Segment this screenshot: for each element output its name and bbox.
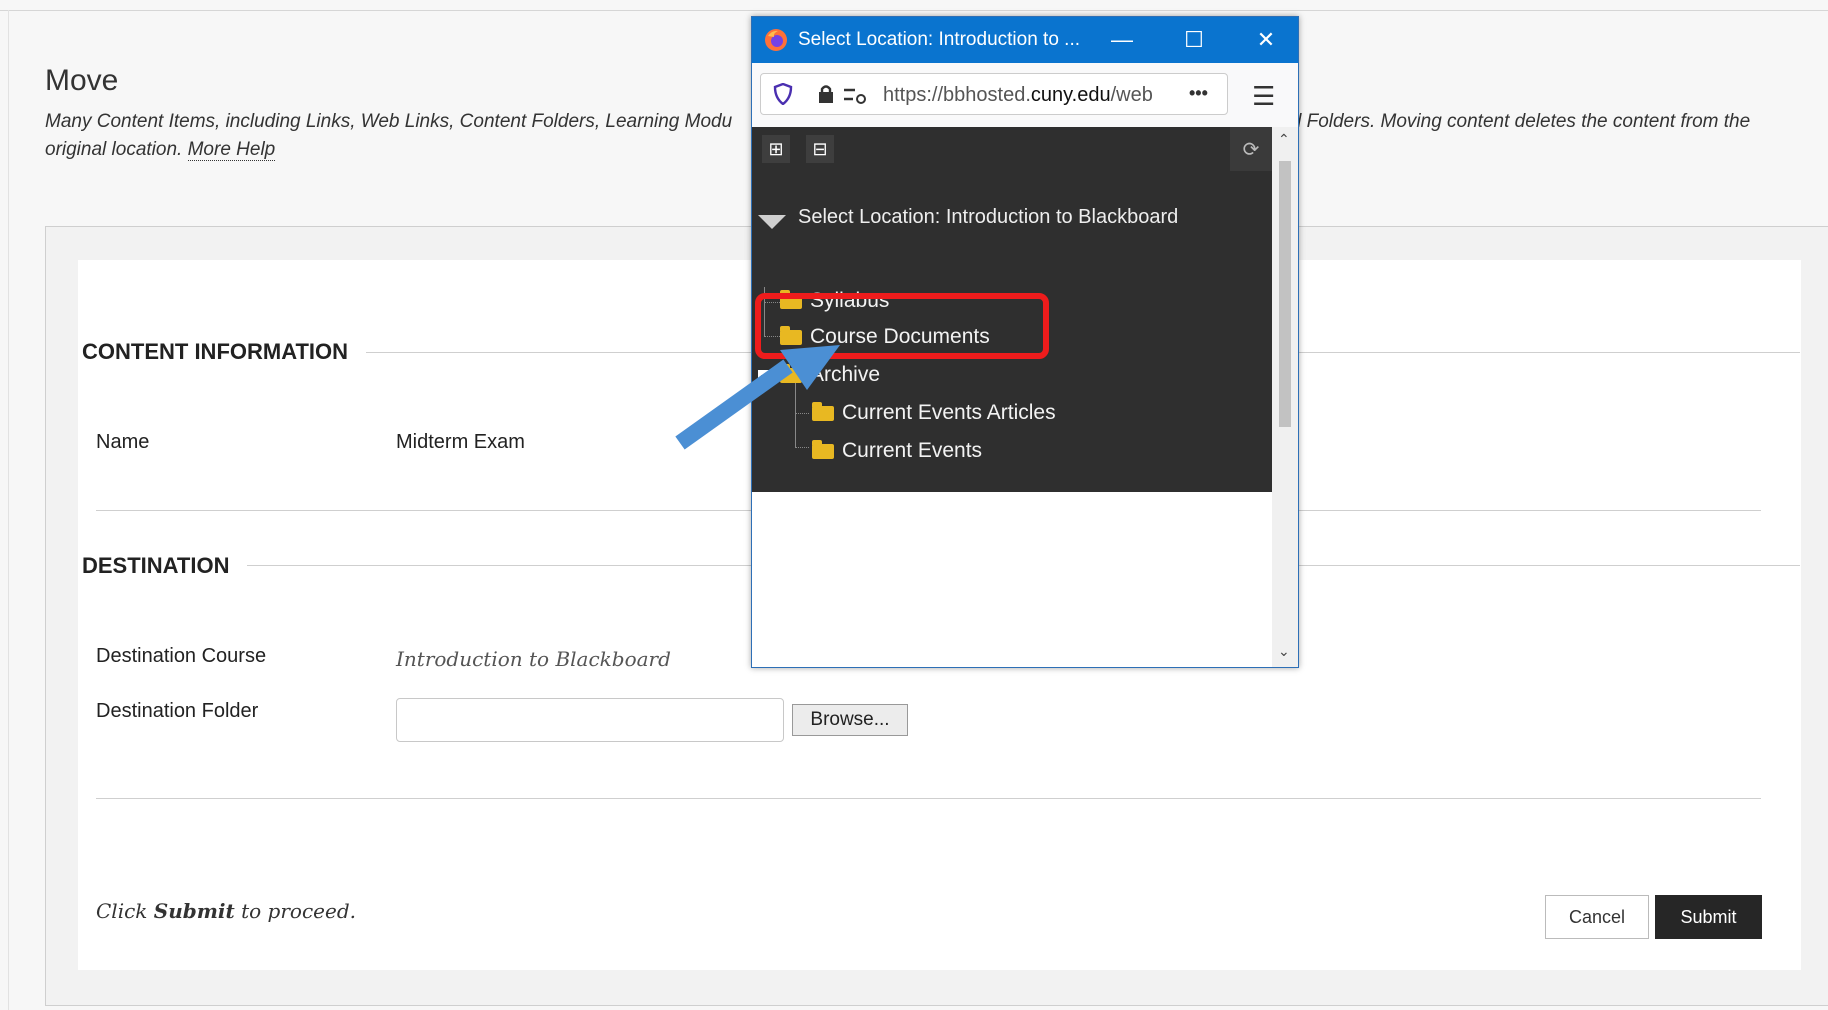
name-label: Name: [96, 431, 150, 453]
refresh-icon[interactable]: ⟳: [1230, 127, 1272, 171]
address-bar: https://bbhosted.cuny.edu/web ••• ☰: [752, 63, 1298, 128]
content-information-heading: CONTENT INFORMATION: [82, 339, 367, 365]
page-actions-more-icon[interactable]: •••: [1189, 83, 1208, 104]
url-field[interactable]: https://bbhosted.cuny.edu/web •••: [760, 73, 1228, 115]
divider: [96, 798, 1761, 799]
lock-icon[interactable]: [817, 84, 835, 109]
submit-hint: Click Submit to proceed.: [96, 899, 356, 923]
scrollbar-thumb[interactable]: [1279, 161, 1291, 427]
hamburger-menu-icon[interactable]: ☰: [1252, 81, 1275, 112]
destination-heading: DESTINATION: [82, 553, 248, 579]
scroll-down-icon[interactable]: ⌄: [1278, 643, 1290, 660]
top-border: [0, 10, 1828, 11]
description-text: Many Content Items, including Links, Web…: [45, 111, 733, 132]
name-value: Midterm Exam: [396, 431, 525, 453]
left-border: [8, 10, 9, 1010]
submit-button[interactable]: Submit: [1655, 895, 1762, 939]
vertical-scrollbar[interactable]: ⌃ ⌄: [1272, 127, 1298, 667]
hint-suffix: to proceed.: [241, 899, 356, 923]
destination-course-label: Destination Course: [96, 645, 267, 667]
page-title: Move: [45, 64, 119, 97]
cancel-button[interactable]: Cancel: [1545, 895, 1649, 939]
hint-prefix: Click: [96, 899, 148, 923]
tree-node-label: Current Events: [842, 439, 983, 462]
annotation-arrow-icon: [675, 345, 840, 450]
firefox-icon: [764, 28, 788, 52]
description-line2: original location.: [45, 139, 183, 160]
window-title: Select Location: Introduction to ...: [798, 29, 1081, 50]
url-text: https://bbhosted.cuny.edu/web: [883, 84, 1153, 107]
window-titlebar: Select Location: Introduction to ... — ☐…: [752, 17, 1298, 63]
browse-button[interactable]: Browse...: [792, 704, 908, 736]
close-icon[interactable]: ✕: [1244, 23, 1288, 57]
description-text-tail: nd Folders. Moving content deletes the c…: [1280, 111, 1751, 132]
destination-folder-label: Destination Folder: [96, 700, 259, 722]
tree-expanded-icon[interactable]: [758, 215, 786, 229]
url-host: https://bbhosted.: [883, 84, 1031, 106]
destination-folder-input[interactable]: [396, 698, 784, 742]
scroll-up-icon[interactable]: ⌃: [1278, 131, 1290, 148]
tree-node-label: Current Events Articles: [842, 401, 1056, 424]
more-help-link[interactable]: More Help: [187, 139, 276, 161]
maximize-icon[interactable]: ☐: [1172, 23, 1216, 57]
minimize-icon[interactable]: —: [1100, 23, 1144, 57]
hint-bold: Submit: [153, 899, 235, 923]
url-path: /web: [1110, 84, 1153, 106]
expand-all-icon[interactable]: ⊞: [762, 135, 790, 163]
url-domain: cuny.edu: [1030, 84, 1111, 106]
collapse-all-icon[interactable]: ⊟: [806, 135, 834, 163]
permissions-icon[interactable]: [843, 86, 867, 109]
shield-icon[interactable]: [773, 82, 793, 110]
tree-root-label[interactable]: Select Location: Introduction to Blackbo…: [798, 206, 1178, 229]
destination-course-value: Introduction to Blackboard: [396, 647, 671, 671]
